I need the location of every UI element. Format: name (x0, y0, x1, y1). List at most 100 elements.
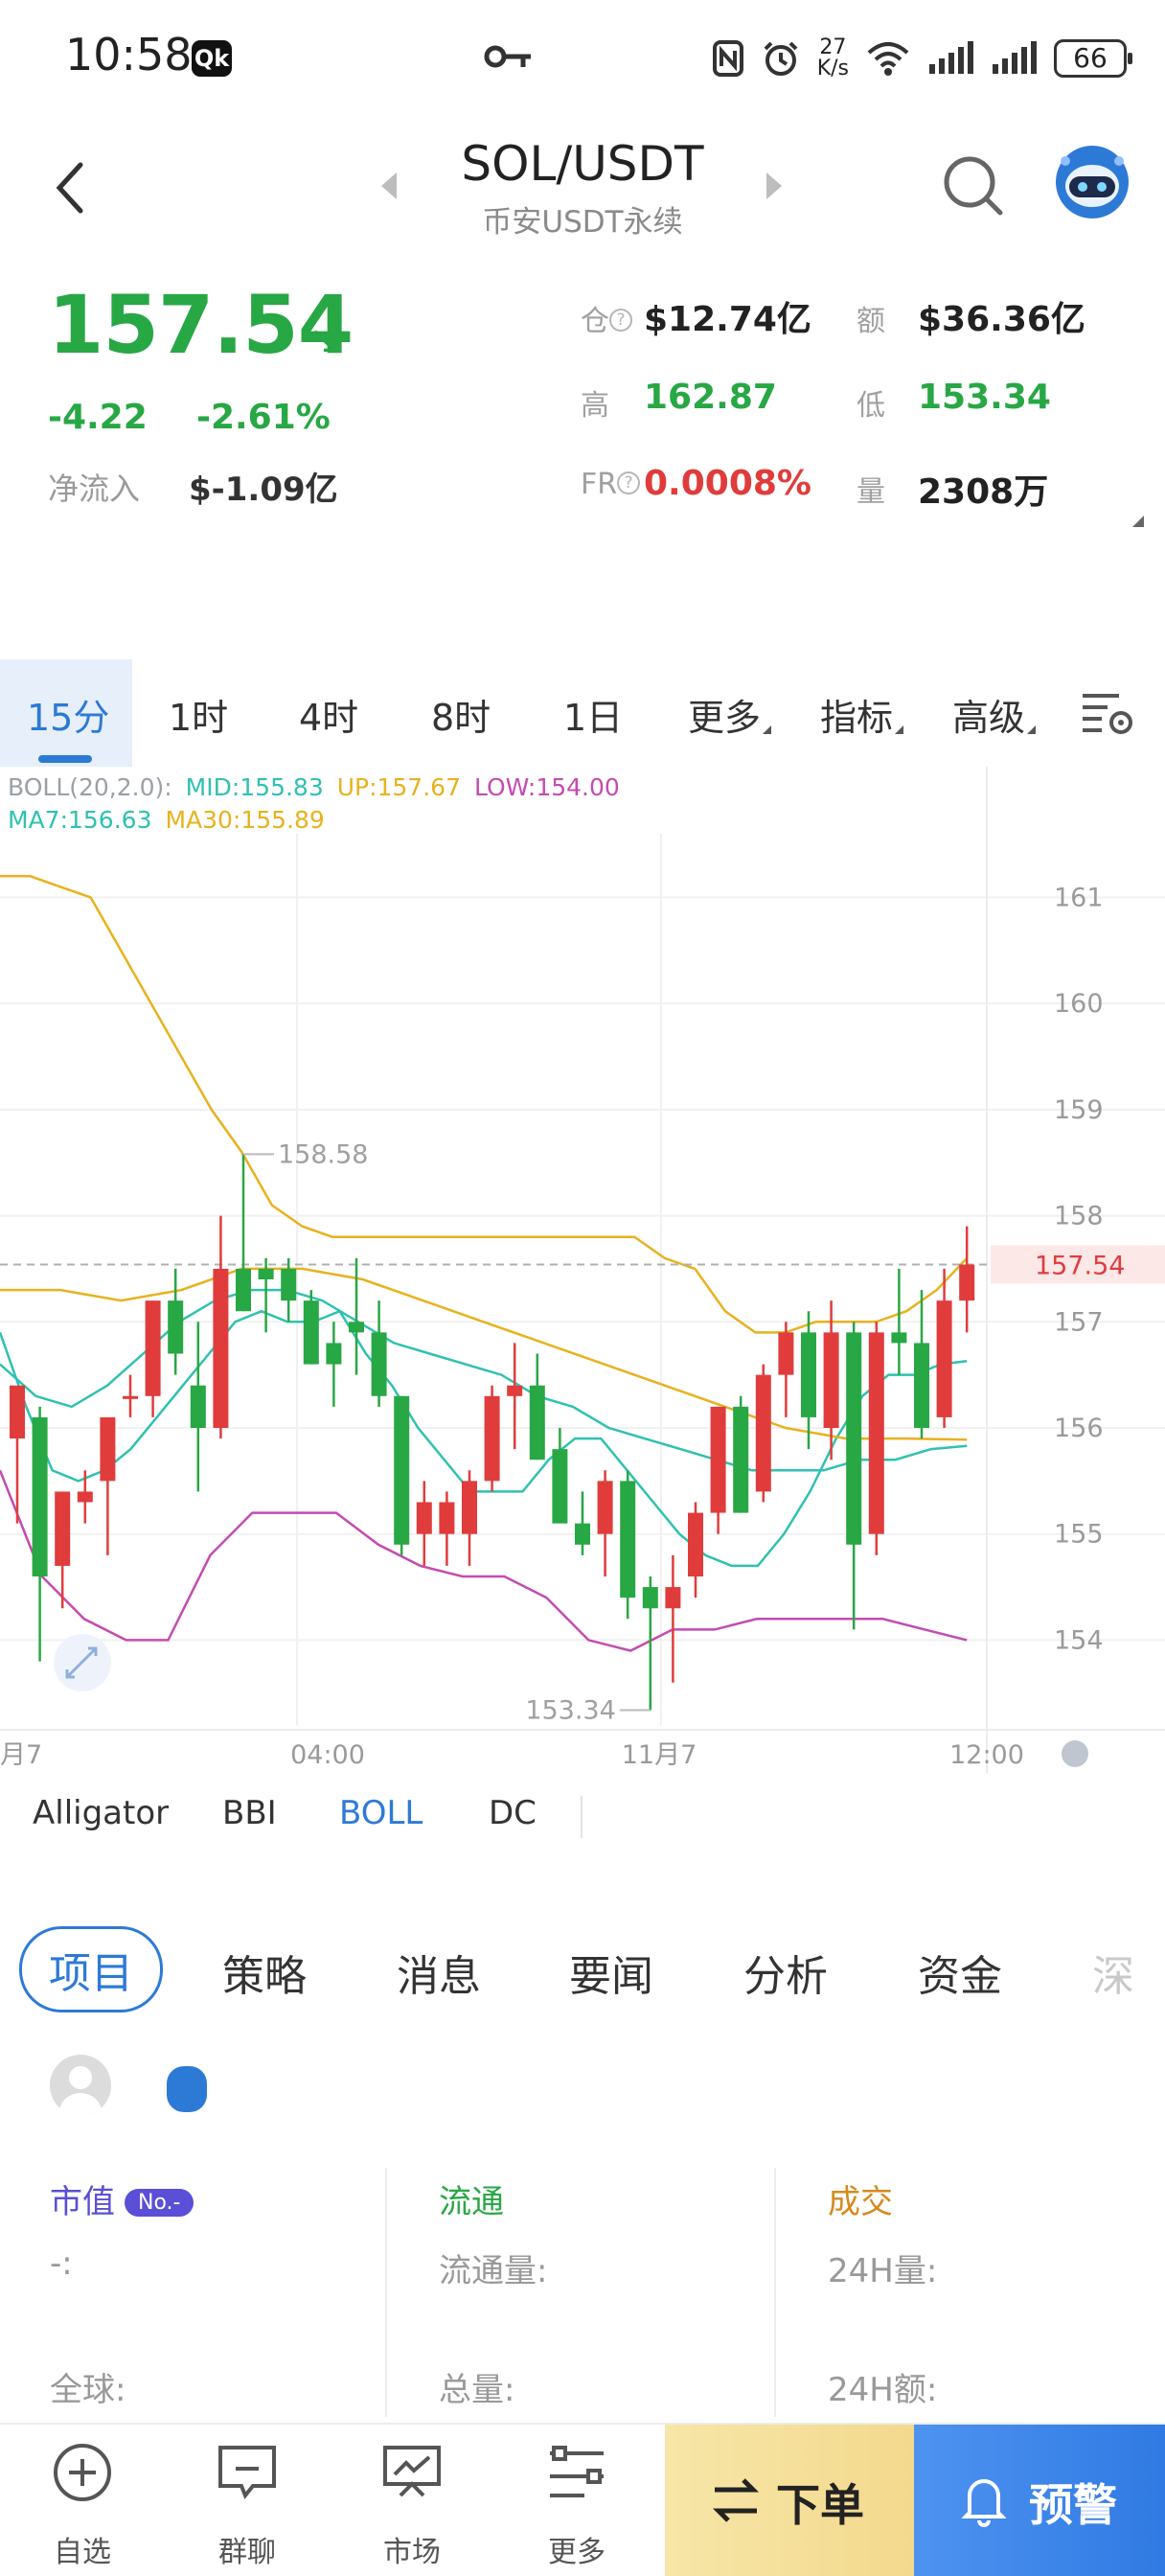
tab-indicators[interactable]: 指标 (820, 688, 904, 741)
candle (710, 1406, 726, 1534)
candle-body (439, 1502, 455, 1534)
indicator-boll[interactable]: BOLL (339, 1794, 423, 1832)
market-icon (383, 2446, 441, 2497)
net-speed: 27 K/s (816, 35, 849, 80)
candle (416, 1481, 432, 1566)
candle (213, 1215, 229, 1439)
candle (303, 1290, 319, 1365)
indicator-bbi[interactable]: BBI (222, 1794, 277, 1832)
tab-funds[interactable]: 资金 (918, 1942, 1002, 2003)
divider (774, 2168, 776, 2417)
dropdown-icon (895, 725, 904, 734)
more-icon (550, 2446, 604, 2497)
tab-depth[interactable]: 深 (1092, 1942, 1134, 2003)
next-pair-icon[interactable] (766, 172, 782, 199)
signal-icon-2 (993, 41, 1037, 74)
tab-8h[interactable]: 8时 (431, 688, 491, 741)
current-price-tag: 157.54 (1035, 1252, 1125, 1281)
chart-canvas[interactable]: 161 160 159 158 157 156 155 154 月7 04:00 11月7 12:00… (0, 767, 1165, 1773)
amount-value: $36.36亿 (918, 300, 1085, 339)
market-cap-column: 市值 No.- -: 全球: (50, 2166, 437, 2425)
robot-assistant-icon[interactable] (1054, 144, 1131, 220)
help-icon[interactable]: ? (609, 309, 632, 332)
candle-body (733, 1406, 749, 1513)
candle-body (326, 1343, 342, 1365)
candle (688, 1502, 703, 1598)
scroll-latest-icon[interactable] (1062, 1740, 1088, 1767)
candle-body (778, 1332, 794, 1375)
expand-chart-icon[interactable] (54, 1634, 111, 1691)
tab-headlines[interactable]: 要闻 (569, 1942, 653, 2003)
low-value: 153.34 (918, 378, 1051, 417)
total-supply-label: 总量: (439, 2371, 515, 2409)
tab-15m[interactable]: 15分 (27, 688, 109, 741)
amt-24h-label: 24H额: (828, 2371, 938, 2409)
nav-market[interactable]: 市场 (330, 2425, 494, 2576)
rank-badge: No.- (125, 2189, 194, 2217)
order-button[interactable]: 下单 (665, 2425, 914, 2576)
candle-body (891, 1332, 907, 1344)
candle (959, 1226, 975, 1333)
chart-settings-icon[interactable] (1081, 690, 1134, 738)
candle-body (529, 1385, 545, 1460)
tab-more[interactable]: 更多 (688, 688, 772, 741)
y-tick-label: 157 (1054, 1307, 1104, 1337)
indicator-alligator[interactable]: Alligator (33, 1794, 169, 1832)
tab-1d[interactable]: 1日 (563, 688, 623, 741)
candle (326, 1322, 342, 1407)
nav-label: 自选 (54, 2536, 111, 2569)
tab-project[interactable]: 项目 (19, 1926, 163, 2012)
y-tick-label: 160 (1054, 989, 1104, 1019)
candle (868, 1322, 884, 1555)
project-logo (167, 2066, 207, 2112)
candle-body (846, 1332, 862, 1545)
candle (778, 1322, 794, 1417)
volume-label: 量 (857, 475, 885, 509)
tab-1h[interactable]: 1时 (169, 688, 228, 741)
search-icon[interactable] (939, 151, 1006, 218)
candle (552, 1428, 568, 1524)
nav-watchlist[interactable]: 自选 (0, 2425, 165, 2576)
tab-4h[interactable]: 4时 (299, 688, 358, 741)
candle-body (100, 1416, 116, 1482)
candle-body (213, 1268, 229, 1428)
high-value: 162.87 (644, 378, 777, 417)
candle-body (10, 1385, 25, 1439)
alert-button[interactable]: 预警 (914, 2425, 1165, 2576)
alert-label: 预警 (1029, 2479, 1117, 2531)
kline-chart[interactable]: 161 160 159 158 157 156 155 154 月7 04:00 11月7 12:00… (0, 767, 1165, 1773)
tab-news[interactable]: 消息 (397, 1942, 481, 2003)
circulation-heading: 流通 (439, 2183, 504, 2221)
divider (581, 1796, 582, 1838)
wifi-icon (867, 42, 909, 76)
candle (190, 1322, 206, 1492)
key-icon (484, 45, 531, 68)
candle-body (349, 1322, 364, 1333)
indicator-line-mid (0, 1288, 968, 1472)
high-marker: 158.58 (278, 1139, 368, 1169)
info-tabs: 项目 策略 消息 要闻 分析 资金 深 (0, 1924, 1165, 2016)
low-label: 低 (857, 389, 885, 423)
candle (575, 1491, 590, 1555)
nfc-icon (712, 40, 743, 77)
nav-chat[interactable]: 群聊 (165, 2425, 330, 2576)
candle (439, 1491, 455, 1566)
tab-advanced[interactable]: 高级 (952, 688, 1037, 741)
bell-icon (962, 2479, 1006, 2527)
market-cap-value: -: (50, 2244, 73, 2283)
candle-body (55, 1491, 71, 1566)
amount-label: 额 (857, 305, 885, 338)
candle-body (868, 1332, 884, 1534)
expand-corner-icon[interactable] (1132, 516, 1144, 527)
candle-body (168, 1300, 184, 1354)
tab-analysis[interactable]: 分析 (743, 1942, 828, 2003)
y-tick-label: 159 (1054, 1095, 1104, 1125)
indicator-dc[interactable]: DC (489, 1794, 537, 1832)
market-cap-heading: 市值 No.- (50, 2175, 194, 2222)
help-icon[interactable]: ? (617, 472, 641, 494)
tab-strategy[interactable]: 策略 (222, 1942, 307, 2003)
avatar[interactable] (50, 2055, 111, 2116)
candle (914, 1290, 929, 1439)
nav-more[interactable]: 更多 (494, 2425, 659, 2576)
candle-body (552, 1449, 568, 1524)
